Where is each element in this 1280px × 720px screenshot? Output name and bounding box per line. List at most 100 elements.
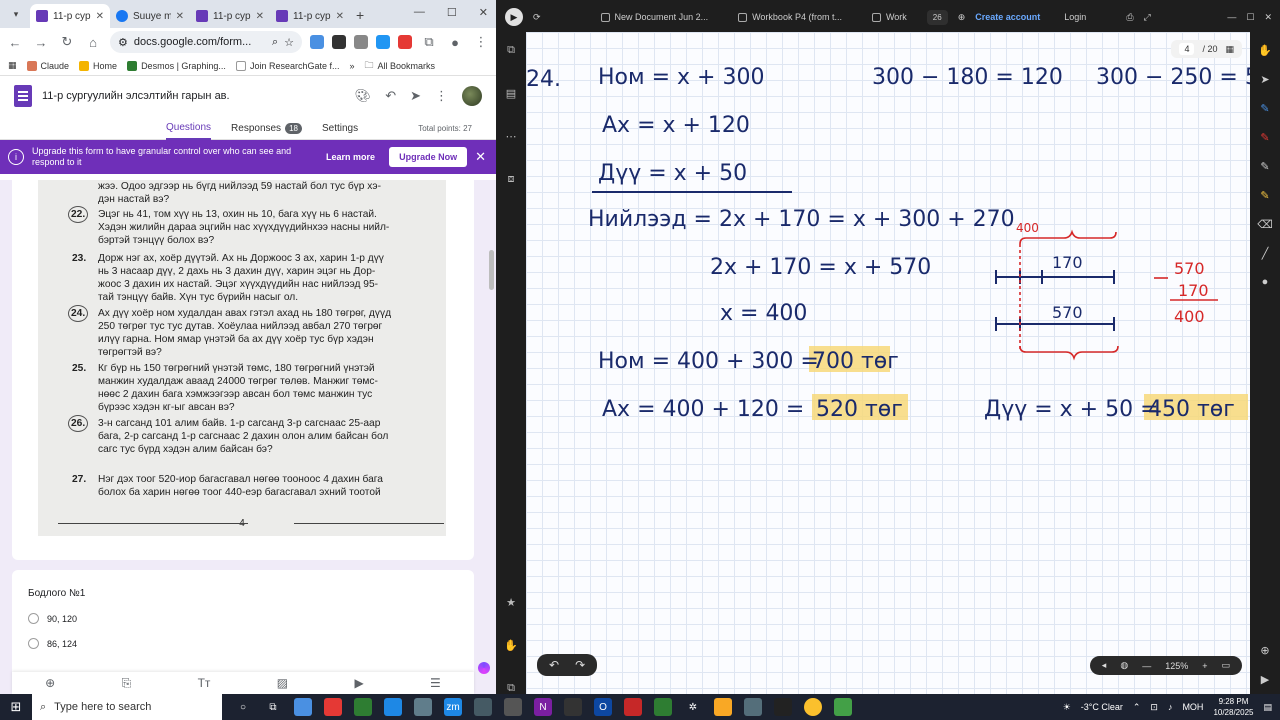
zoom-in-icon[interactable]: + [1202, 661, 1207, 671]
zoom-out-icon[interactable]: — [1142, 661, 1151, 671]
tab-forms-1[interactable]: 11-р сур ✕ [30, 4, 110, 28]
settings-icon[interactable]: ✲ [684, 698, 702, 716]
google-forms-icon[interactable] [14, 85, 32, 107]
zoom-search-icon[interactable]: ⌕ [272, 36, 278, 49]
sync-icon[interactable]: ⟳ [533, 12, 541, 23]
tab-search-icon[interactable]: ▾ [6, 4, 26, 24]
app-icon[interactable] [474, 698, 492, 716]
login-link[interactable]: Login [1064, 12, 1086, 22]
share-icon[interactable]: ⎙ [1126, 12, 1133, 23]
windows-start-icon[interactable]: ⊞ [0, 699, 32, 715]
weather-text[interactable]: -3°C Clear [1081, 702, 1123, 712]
more-bookmarks-icon[interactable]: » [349, 61, 354, 71]
acrobat-icon[interactable] [624, 698, 642, 716]
tab-forms-3[interactable]: 11-р сур ✕ [270, 4, 350, 28]
google-drive-icon[interactable] [834, 698, 852, 716]
site-info-icon[interactable]: ⚙ [118, 36, 128, 49]
app-icon[interactable] [564, 698, 582, 716]
current-page[interactable]: 4 [1179, 43, 1195, 55]
book-icon[interactable]: ▤ [506, 87, 516, 100]
form-title[interactable]: 11-р сургуулийн элсэлтийн гарын ав. [42, 90, 345, 102]
doc-tab-2[interactable]: Workbook P4 (from t... [728, 6, 852, 28]
taskbar-search[interactable]: ⌕ Type here to search [32, 694, 222, 720]
app-icon[interactable] [414, 698, 432, 716]
app-icon[interactable] [774, 698, 792, 716]
more-icon[interactable]: ⋯ [506, 130, 517, 143]
add-video-icon[interactable]: ▶ [354, 676, 363, 690]
tab-forms-2[interactable]: 11-р сур ✕ [190, 4, 270, 28]
weather-icon[interactable]: ☀ [1063, 702, 1071, 713]
cortana-icon[interactable]: ○ [234, 698, 252, 716]
home-icon[interactable]: ⌂ [84, 35, 102, 50]
minimize-icon[interactable]: — [1227, 12, 1236, 22]
document-counter[interactable]: 26 [926, 9, 948, 25]
fit-screen-icon[interactable]: ▭ [1221, 660, 1230, 671]
cursor-icon[interactable]: ➤ [1260, 73, 1269, 86]
copilot-icon[interactable] [294, 698, 312, 716]
zoom-level[interactable]: 125% [1165, 661, 1188, 671]
notifications-icon[interactable]: ▤ [1263, 702, 1272, 713]
language-indicator[interactable]: МОН [1182, 702, 1203, 712]
undo-icon[interactable]: ↶ [385, 88, 396, 104]
redo-icon[interactable]: ↷ [575, 658, 585, 672]
bookmark-star-icon[interactable]: ☆ [284, 36, 294, 49]
apps-grid-icon[interactable]: ▦ [8, 60, 17, 71]
close-tab-icon[interactable]: ✕ [256, 11, 264, 22]
close-window-icon[interactable]: ✕ [1264, 12, 1272, 23]
line-tool-icon[interactable]: ╱ [1262, 247, 1269, 260]
blue-pen-icon[interactable]: ✎ [1260, 102, 1269, 115]
minimize-icon[interactable]: — [414, 6, 425, 19]
edge-icon[interactable] [384, 698, 402, 716]
extension-icon[interactable] [332, 35, 346, 49]
file-explorer-icon[interactable] [714, 698, 732, 716]
app-icon[interactable] [504, 698, 522, 716]
app-icon[interactable] [324, 698, 342, 716]
maximize-icon[interactable]: ☐ [1246, 12, 1254, 23]
palette-icon[interactable]: 🎨︎ [355, 88, 372, 104]
play-icon[interactable]: ▶ [1261, 673, 1269, 686]
color-picker-icon[interactable]: ● [1262, 276, 1269, 288]
close-tab-icon[interactable]: ✕ [96, 11, 104, 22]
scrollbar[interactable] [489, 250, 494, 290]
collapse-icon[interactable]: ◂ [1102, 660, 1107, 671]
app-icon[interactable] [354, 698, 372, 716]
close-tab-icon[interactable]: ✕ [336, 11, 344, 22]
more-options-icon[interactable]: ⋮ [435, 88, 448, 104]
volume-icon[interactable]: ♪ [1168, 702, 1173, 712]
page-navigator[interactable]: 4 / 20 ▦ [1171, 40, 1242, 58]
forward-icon[interactable]: → [32, 35, 50, 50]
send-icon[interactable]: ➤ [410, 88, 421, 104]
app-icon[interactable] [654, 698, 672, 716]
upgrade-now-button[interactable]: Upgrade Now [389, 147, 468, 167]
page-grid-icon[interactable]: ▦ [1225, 44, 1234, 55]
zoom-app-icon[interactable]: zm [444, 698, 462, 716]
outlook-icon[interactable]: O [594, 698, 612, 716]
option-2[interactable]: 86, 124 [28, 638, 458, 649]
task-view-icon[interactable]: ⧉ [264, 698, 282, 716]
tab-questions[interactable]: Questions [166, 116, 212, 140]
more-menu-icon[interactable]: ⋮ [472, 34, 490, 50]
create-account-link[interactable]: Create account [975, 12, 1040, 22]
network-icon[interactable]: ⊡ [1150, 702, 1158, 713]
clock[interactable]: 9:28 PM 10/28/2025 [1213, 696, 1253, 718]
radio-button[interactable] [28, 613, 39, 624]
add-section-icon[interactable]: ☰ [430, 676, 441, 690]
new-tab-button[interactable]: + [356, 7, 364, 23]
bookmark-desmos[interactable]: Desmos | Graphing... [127, 60, 226, 71]
chrome-icon[interactable] [804, 698, 822, 716]
question-title[interactable]: Бодлого №1 [28, 588, 458, 599]
tab-responses[interactable]: Responses 18 [231, 116, 302, 140]
pages-icon[interactable]: ⧉ [507, 44, 515, 57]
back-icon[interactable]: ← [6, 35, 24, 50]
doc-tab-1[interactable]: New Document Jun 2... [591, 6, 719, 28]
close-tab-icon[interactable]: ✕ [176, 11, 184, 22]
close-window-icon[interactable]: ✕ [479, 6, 488, 19]
add-title-icon[interactable]: Tт [198, 676, 211, 690]
fullscreen-icon[interactable]: ⤢ [1144, 12, 1151, 23]
radio-button[interactable] [28, 638, 39, 649]
black-pen-icon[interactable]: ✎ [1260, 160, 1269, 173]
add-question-icon[interactable]: ⊕ [45, 676, 55, 690]
eraser-icon[interactable]: ⌫ [1257, 218, 1273, 231]
bookmark-researchgate[interactable]: Join ResearchGate f... [235, 60, 339, 71]
layers-icon[interactable]: ⧈ [508, 173, 515, 186]
